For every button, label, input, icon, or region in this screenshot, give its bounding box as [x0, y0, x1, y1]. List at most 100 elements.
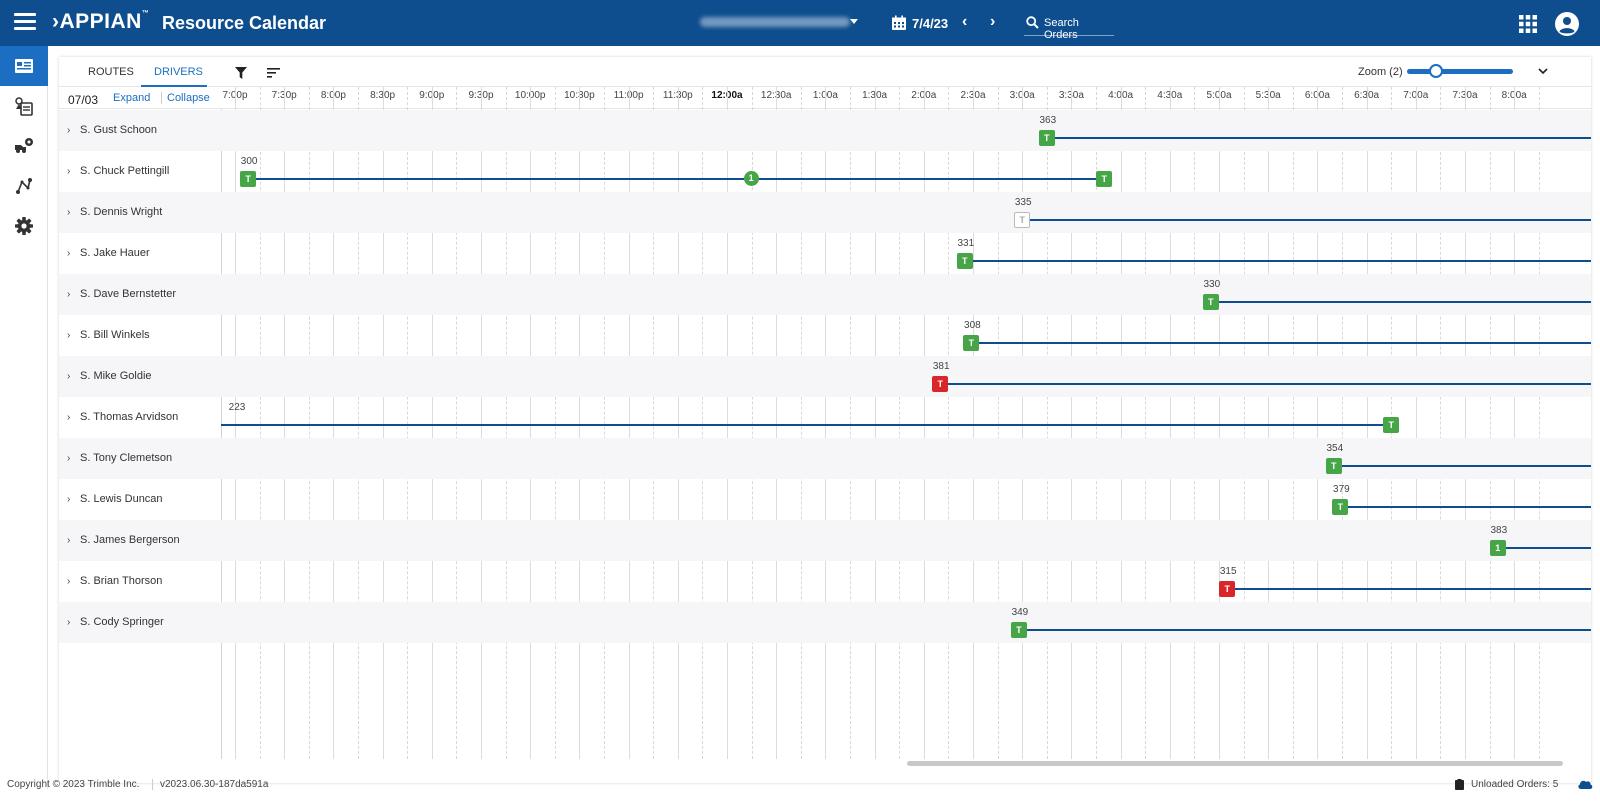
- time-label: 3:30a: [1058, 90, 1084, 101]
- timeline-header: 07/03 Expand Collapse 7:00p 7:30p 8:00p 8:3…: [59, 87, 1591, 109]
- chevron-right-icon[interactable]: ›: [67, 412, 77, 423]
- chevron-right-icon[interactable]: ›: [67, 576, 77, 587]
- collapse-all-link[interactable]: Collapse: [161, 92, 210, 104]
- driver-name[interactable]: › S. Dave Bernstetter: [67, 288, 176, 300]
- chevron-right-icon[interactable]: ›: [67, 207, 77, 218]
- driver-row: › S. Mike Goldie: [59, 356, 1591, 397]
- time-label: 11:30p: [662, 90, 693, 101]
- filter-icon[interactable]: [235, 67, 247, 79]
- unloaded-orders-count[interactable]: Unloaded Orders: 5: [1471, 779, 1558, 790]
- driver-name[interactable]: › S. Mike Goldie: [67, 370, 152, 382]
- driver-row: › S. Bill Winkels: [59, 315, 1591, 356]
- time-label: 2:00a: [911, 90, 937, 101]
- search-placeholder: Search Orders: [1044, 17, 1079, 41]
- stop-marker[interactable]: 1: [1489, 540, 1506, 556]
- driver-name[interactable]: › S. Cody Springer: [67, 616, 164, 628]
- stop-marker[interactable]: T: [1325, 458, 1342, 474]
- time-label: 8:00a: [1501, 90, 1527, 101]
- driver-name[interactable]: › S. Brian Thorson: [67, 575, 162, 587]
- chevron-right-icon[interactable]: ›: [67, 535, 77, 546]
- driver-row: › S. Jake Hauer: [59, 233, 1591, 274]
- stop-marker[interactable]: T: [1038, 130, 1055, 146]
- driver-name[interactable]: › S. Thomas Arvidson: [67, 411, 178, 423]
- chevron-right-icon[interactable]: ›: [67, 330, 77, 341]
- version-text: v2023.06.30-187da591a: [152, 779, 268, 790]
- driver-name[interactable]: › S. Dennis Wright: [67, 206, 162, 218]
- time-label: 12:00a: [711, 90, 743, 101]
- stop-marker[interactable]: T: [1383, 417, 1400, 433]
- stop-marker[interactable]: T: [1010, 622, 1027, 638]
- caret-down-icon: [850, 19, 858, 24]
- apps-grid-icon[interactable]: [1519, 15, 1537, 33]
- driver-row: › S. Thomas Arvidson: [59, 397, 1591, 438]
- driver-name[interactable]: › S. Tony Clemetson: [67, 452, 172, 464]
- chevron-right-icon[interactable]: ›: [67, 371, 77, 382]
- nav-settings[interactable]: [0, 206, 48, 246]
- user-avatar-icon[interactable]: [1555, 12, 1579, 36]
- driver-name[interactable]: › S. Gust Schoon: [67, 124, 157, 136]
- tab-routes[interactable]: ROUTES: [88, 66, 134, 78]
- driver-name-text: S. Brian Thorson: [80, 575, 163, 587]
- copyright-text: Copyright © 2023 Trimble Inc.: [7, 779, 140, 790]
- chevron-right-icon[interactable]: ›: [67, 289, 77, 300]
- stop-marker[interactable]: 1: [743, 171, 759, 186]
- driver-name[interactable]: › S. Chuck Pettingill: [67, 165, 169, 177]
- time-label: 7:30a: [1452, 90, 1478, 101]
- app-logo: ›APPIAN™: [52, 10, 150, 33]
- stop-marker[interactable]: T: [1014, 212, 1031, 228]
- stop-marker[interactable]: T: [963, 335, 980, 351]
- calendar-panel: ROUTES DRIVERS Zoom (2) 07/03 Expand Col…: [59, 57, 1591, 783]
- nav-resource-calendar[interactable]: [0, 46, 48, 86]
- nav-routes[interactable]: [0, 166, 48, 206]
- time-label: 5:30a: [1255, 90, 1281, 101]
- chevron-right-icon[interactable]: ›: [67, 494, 77, 505]
- sort-icon[interactable]: [267, 67, 280, 78]
- calendar-icon[interactable]: [891, 15, 907, 31]
- stop-marker[interactable]: T: [1219, 581, 1236, 597]
- stop-marker[interactable]: T: [1202, 294, 1219, 310]
- chevron-right-icon[interactable]: ›: [990, 13, 995, 31]
- time-label: 8:30p: [370, 90, 396, 101]
- cloud-icon[interactable]: [1577, 778, 1593, 790]
- time-label: 3:00a: [1009, 90, 1035, 101]
- driver-name[interactable]: › S. Lewis Duncan: [67, 493, 163, 505]
- stop-marker[interactable]: T: [240, 171, 257, 187]
- company-selector[interactable]: [700, 14, 858, 30]
- expand-all-link[interactable]: Expand: [113, 92, 150, 104]
- driver-row: › S. Chuck Pettingill: [59, 151, 1591, 192]
- tab-drivers[interactable]: DRIVERS: [154, 66, 203, 78]
- chevron-down-icon[interactable]: [1537, 65, 1549, 77]
- nav-orders[interactable]: [0, 86, 48, 126]
- time-label: 9:30p: [468, 90, 494, 101]
- time-label: 7:00p: [222, 90, 248, 101]
- chevron-right-icon[interactable]: ›: [67, 617, 77, 628]
- driver-row: › S. Lewis Duncan: [59, 479, 1591, 520]
- chevron-right-icon[interactable]: ›: [67, 453, 77, 464]
- driver-name[interactable]: › S. James Bergerson: [67, 534, 180, 546]
- driver-name[interactable]: › S. Jake Hauer: [67, 247, 150, 259]
- zoom-slider[interactable]: [1407, 69, 1513, 74]
- stop-marker[interactable]: T: [1096, 171, 1113, 187]
- nav-fleet[interactable]: [0, 126, 48, 166]
- zoom-slider-handle[interactable]: [1429, 64, 1443, 78]
- chevron-left-icon[interactable]: ‹: [962, 13, 967, 31]
- routes-icon: [16, 178, 32, 194]
- horizontal-scrollbar[interactable]: [907, 761, 1563, 766]
- stop-marker[interactable]: T: [932, 376, 949, 392]
- menu-icon[interactable]: [14, 13, 36, 31]
- driver-rows: › S. Gust Schoon › S. Chuck Pettingill › S. D…: [59, 110, 1591, 644]
- driver-name[interactable]: › S. Bill Winkels: [67, 329, 150, 341]
- app-title: Resource Calendar: [162, 13, 327, 33]
- chevron-right-icon[interactable]: ›: [67, 166, 77, 177]
- stop-marker[interactable]: T: [1332, 499, 1349, 515]
- driver-row: › S. Cody Springer: [59, 602, 1591, 643]
- time-label: 10:00p: [514, 90, 546, 101]
- time-label: 12:30a: [760, 90, 792, 101]
- chevron-right-icon[interactable]: ›: [67, 248, 77, 259]
- current-date[interactable]: 7/4/23: [912, 16, 948, 31]
- stop-marker[interactable]: T: [956, 253, 973, 269]
- driver-name-text: S. Gust Schoon: [80, 124, 158, 136]
- chevron-right-icon[interactable]: ›: [67, 125, 77, 136]
- search-orders-input[interactable]: Search Orders: [1024, 12, 1114, 41]
- time-label: 10:30p: [564, 90, 595, 101]
